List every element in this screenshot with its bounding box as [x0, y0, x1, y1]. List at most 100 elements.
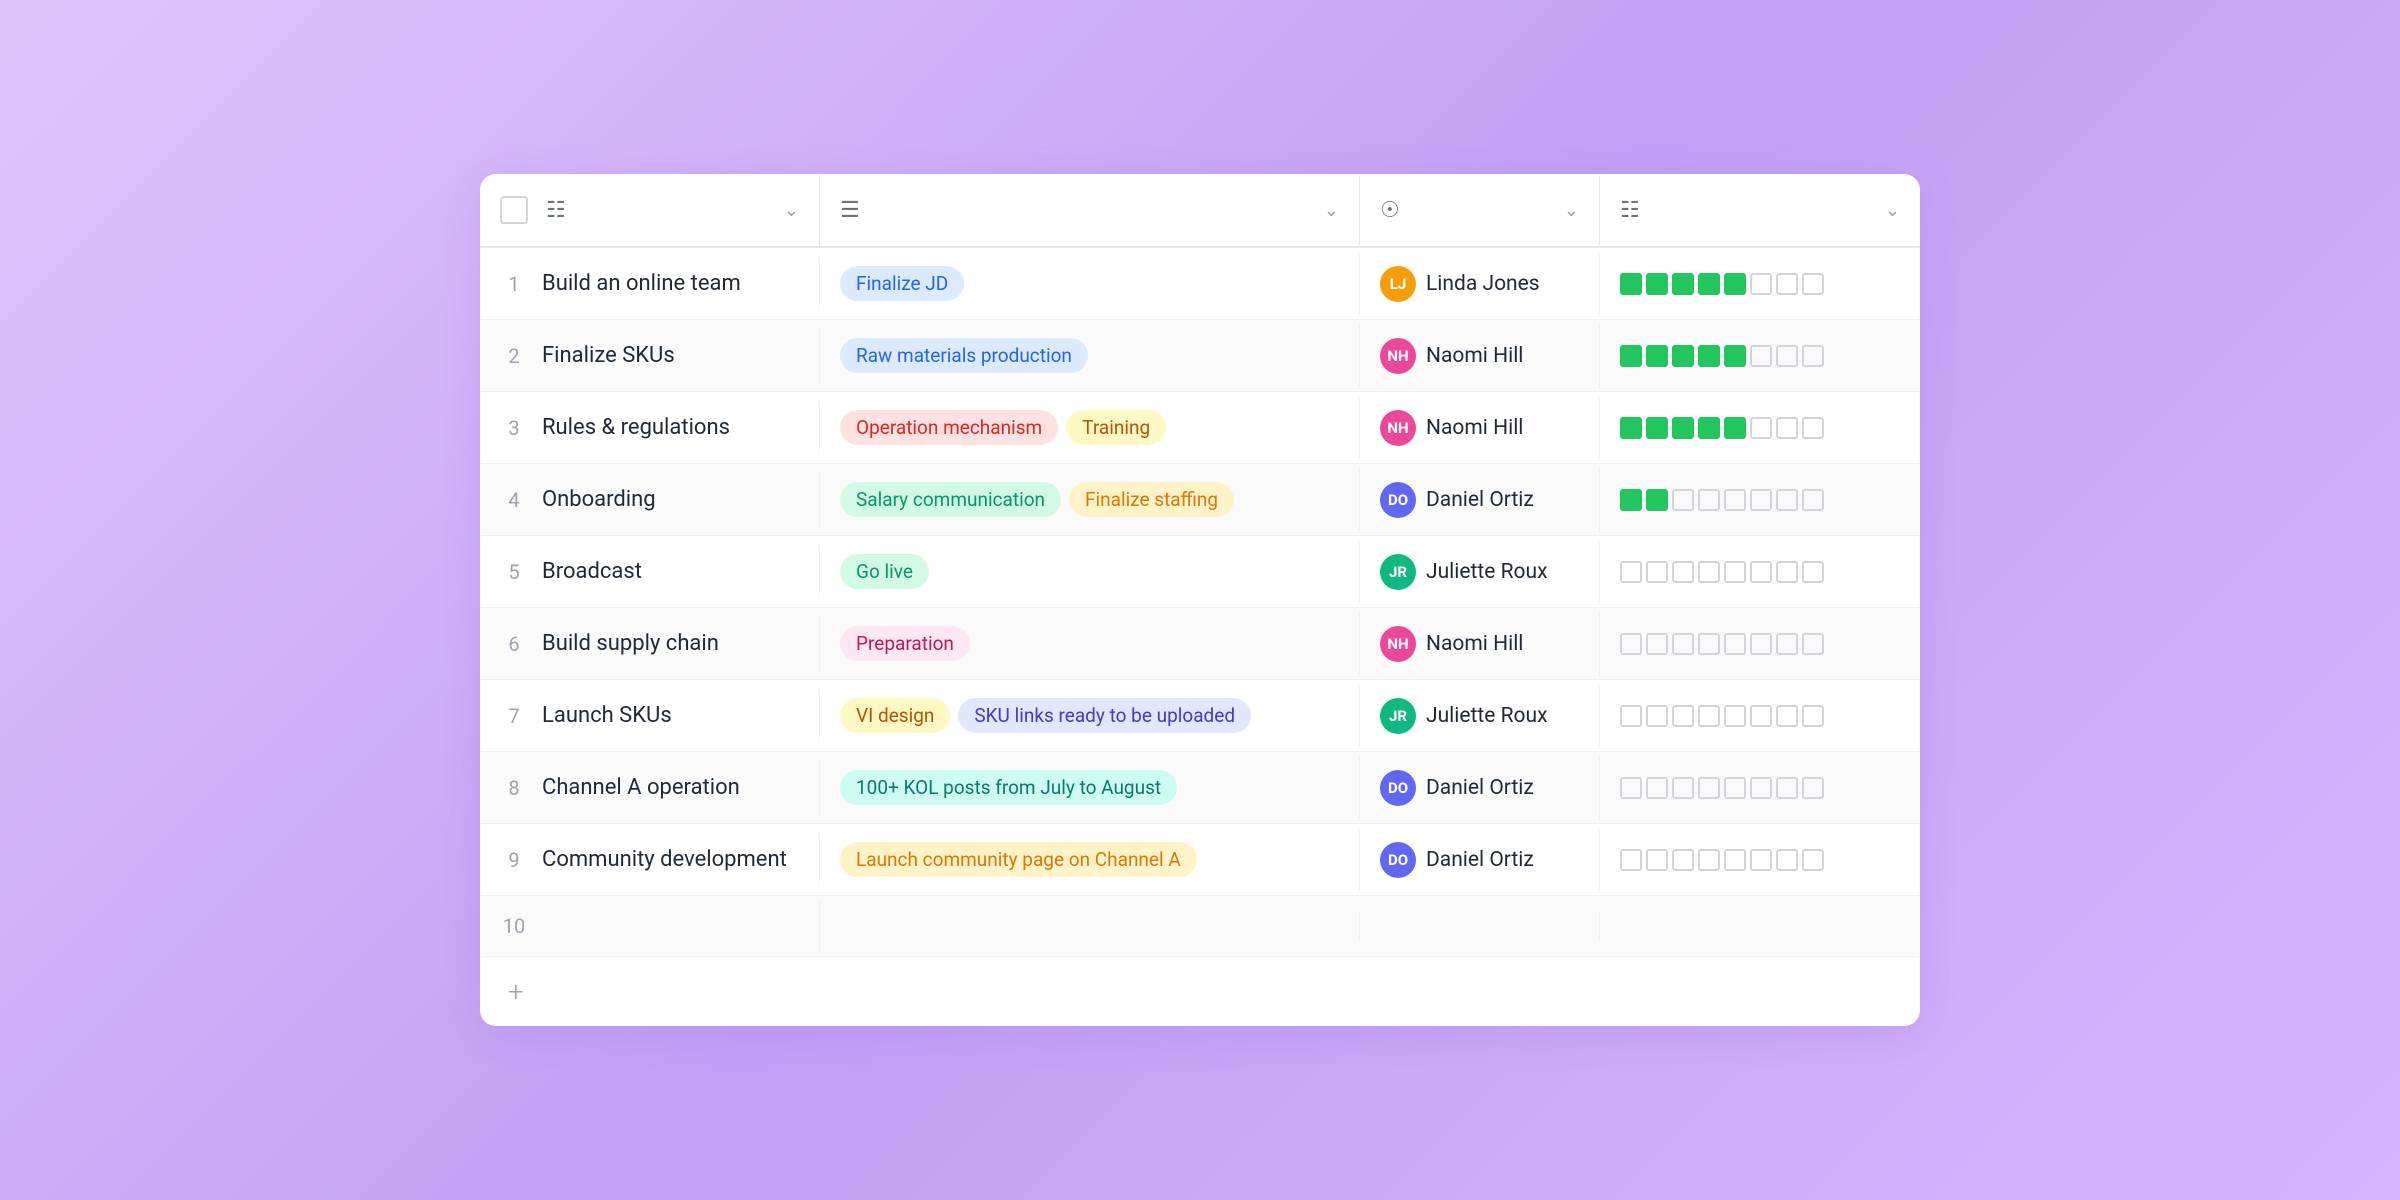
- milestone-cell: 8Channel A operation: [480, 761, 820, 814]
- progress-cell: [1600, 619, 1920, 669]
- action-cell: Operation mechanismTraining: [820, 396, 1360, 459]
- action-tag[interactable]: Finalize JD: [840, 266, 964, 301]
- progress-square: [1802, 345, 1824, 367]
- progress-square: [1724, 345, 1746, 367]
- progress-cell: [1600, 912, 1920, 940]
- progress-square: [1698, 777, 1720, 799]
- row-number: 4: [500, 488, 528, 512]
- avatar: JR: [1380, 698, 1416, 734]
- action-cell: [820, 912, 1360, 940]
- action-tag[interactable]: Finalize staffing: [1069, 482, 1234, 517]
- progress-square: [1646, 273, 1668, 295]
- progress-square: [1698, 489, 1720, 511]
- progress-square: [1646, 777, 1668, 799]
- table-row[interactable]: 9Community developmentLaunch community p…: [480, 824, 1920, 896]
- progress-square: [1776, 561, 1798, 583]
- add-icon: +: [508, 975, 524, 1008]
- progress-square: [1672, 417, 1694, 439]
- action-cell: 100+ KOL posts from July to August: [820, 756, 1360, 819]
- progress-square: [1776, 777, 1798, 799]
- header-checkbox[interactable]: [500, 196, 528, 224]
- action-tag[interactable]: Training: [1066, 410, 1166, 445]
- action-plan-header[interactable]: ☰ ⌄: [820, 176, 1360, 245]
- avatar: LJ: [1380, 266, 1416, 302]
- progress-cell: [1600, 835, 1920, 885]
- progress-squares: [1620, 273, 1824, 295]
- progress-square: [1724, 633, 1746, 655]
- progress-cell: [1600, 403, 1920, 453]
- action-tag[interactable]: Go live: [840, 554, 929, 589]
- progress-squares: [1620, 561, 1824, 583]
- progress-square: [1698, 633, 1720, 655]
- table-row[interactable]: 2Finalize SKUsRaw materials productionNH…: [480, 320, 1920, 392]
- action-tag[interactable]: SKU links ready to be uploaded: [958, 698, 1251, 733]
- table-row[interactable]: 4 Onboarding Salary communicationFinalize …: [480, 464, 1920, 536]
- progress-squares: [1620, 345, 1824, 367]
- progress-square: [1724, 273, 1746, 295]
- action-cell: Raw materials production: [820, 324, 1360, 387]
- owner-name: Linda Jones: [1426, 272, 1540, 296]
- table-row[interactable]: 8Channel A operation 100+ KOL posts from …: [480, 752, 1920, 824]
- action-cell: VI designSKU links ready to be uploaded: [820, 684, 1360, 747]
- progress-square: [1776, 489, 1798, 511]
- milestone-name: Onboarding: [542, 487, 656, 512]
- milestone-cell: 7Launch SKUs: [480, 689, 820, 742]
- action-tag[interactable]: Salary communication: [840, 482, 1061, 517]
- progress-square: [1646, 561, 1668, 583]
- progress-square: [1750, 705, 1772, 727]
- progress-square: [1802, 417, 1824, 439]
- progress-square: [1698, 273, 1720, 295]
- table-row[interactable]: 10: [480, 896, 1920, 956]
- progress-square: [1646, 849, 1668, 871]
- progress-icon: ☷: [1620, 198, 1640, 223]
- table-body: 1Build an online teamFinalize JDLJLinda …: [480, 248, 1920, 956]
- table-header: ☷ ⌄ ☰ ⌄ ☉ ⌄ ☷ ⌄: [480, 174, 1920, 248]
- owner-header[interactable]: ☉ ⌄: [1360, 176, 1600, 245]
- progress-header[interactable]: ☷ ⌄: [1600, 176, 1920, 245]
- progress-square: [1802, 705, 1824, 727]
- avatar: DO: [1380, 842, 1416, 878]
- progress-cell: [1600, 763, 1920, 813]
- progress-square: [1724, 849, 1746, 871]
- owner-cell: JR Juliette Roux: [1360, 684, 1600, 748]
- action-tag[interactable]: Operation mechanism: [840, 410, 1058, 445]
- add-row-button[interactable]: +: [480, 956, 1920, 1026]
- row-number: 3: [500, 416, 528, 440]
- owner-cell: LJ Linda Jones: [1360, 252, 1600, 316]
- milestone-header[interactable]: ☷ ⌄: [480, 174, 820, 246]
- progress-square: [1750, 777, 1772, 799]
- owner-name: Daniel Ortiz: [1426, 776, 1534, 800]
- progress-square: [1750, 633, 1772, 655]
- action-tag[interactable]: Preparation: [840, 626, 970, 661]
- progress-cell: [1600, 259, 1920, 309]
- avatar: NH: [1380, 410, 1416, 446]
- progress-square: [1724, 417, 1746, 439]
- progress-square: [1724, 777, 1746, 799]
- table-row[interactable]: 3Rules & regulationsOperation mechanismT…: [480, 392, 1920, 464]
- table-row[interactable]: 6Build supply chainPreparationNHNaomi Hi…: [480, 608, 1920, 680]
- action-tag[interactable]: Raw materials production: [840, 338, 1088, 373]
- table-row[interactable]: 7Launch SKUsVI designSKU links ready to …: [480, 680, 1920, 752]
- progress-square: [1672, 345, 1694, 367]
- row-number: 2: [500, 344, 528, 368]
- owner-cell: NHNaomi Hill: [1360, 612, 1600, 676]
- avatar: NH: [1380, 626, 1416, 662]
- milestone-cell: 4 Onboarding: [480, 473, 820, 526]
- action-tag[interactable]: VI design: [840, 698, 950, 733]
- owner-name: Juliette Roux: [1426, 704, 1548, 728]
- action-cell: Preparation: [820, 612, 1360, 675]
- milestone-icon: ☷: [546, 198, 566, 223]
- progress-square: [1698, 345, 1720, 367]
- progress-square: [1750, 849, 1772, 871]
- milestone-name: Build supply chain: [542, 631, 719, 656]
- progress-square: [1620, 561, 1642, 583]
- table-row[interactable]: 1Build an online teamFinalize JDLJLinda …: [480, 248, 1920, 320]
- owner-cell: DODaniel Ortiz: [1360, 468, 1600, 532]
- table-row[interactable]: 5BroadcastGo liveJRJuliette Roux: [480, 536, 1920, 608]
- progress-squares: [1620, 489, 1824, 511]
- action-tag[interactable]: Launch community page on Channel A: [840, 842, 1197, 877]
- action-tag[interactable]: 100+ KOL posts from July to August: [840, 770, 1177, 805]
- progress-square: [1620, 417, 1642, 439]
- progress-square: [1698, 561, 1720, 583]
- progress-square: [1698, 417, 1720, 439]
